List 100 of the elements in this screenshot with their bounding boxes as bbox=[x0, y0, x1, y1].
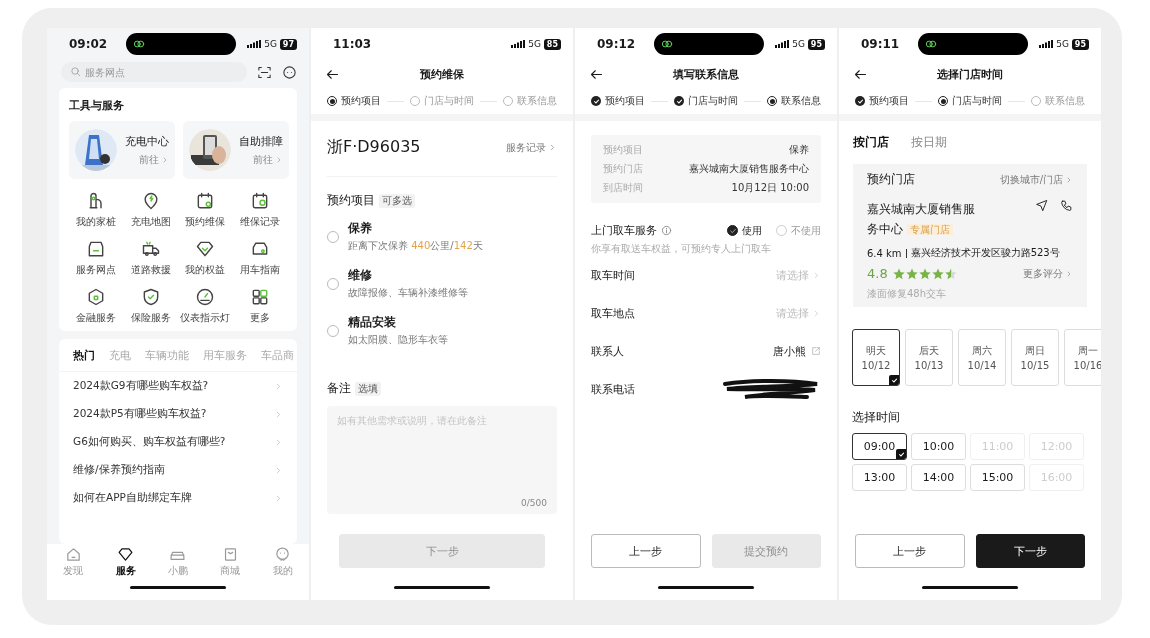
mode-tab[interactable]: 按门店 bbox=[853, 135, 889, 150]
card-title: 自助排障 bbox=[239, 133, 283, 149]
service-record-link[interactable]: 服务记录 bbox=[506, 140, 557, 155]
chevron-icon bbox=[161, 155, 169, 164]
check-icon bbox=[896, 449, 906, 459]
time-slot[interactable]: 15:00 bbox=[970, 464, 1025, 491]
service-shortcut[interactable]: 充电地图 bbox=[123, 191, 178, 229]
switch-store-link[interactable]: 切换城市/门店 bbox=[999, 172, 1073, 187]
back-button[interactable]: 上一步 bbox=[855, 534, 965, 568]
chevron-icon bbox=[274, 437, 283, 447]
check-icon bbox=[728, 226, 737, 235]
gauge-icon bbox=[195, 287, 216, 307]
step-label: 门店与时间 bbox=[952, 94, 1002, 108]
chevron-icon bbox=[1065, 269, 1073, 278]
battery-level: 95 bbox=[807, 38, 825, 50]
date-chip[interactable]: 明天 10/12 bbox=[852, 329, 900, 386]
service-shortcut[interactable]: 道路救援 bbox=[123, 239, 178, 277]
service-shortcut[interactable]: 预约维保 bbox=[178, 191, 233, 229]
time-slot[interactable]: 10:00 bbox=[911, 433, 966, 460]
summary-value: 嘉兴城南大厦销售服务中心 bbox=[689, 162, 809, 176]
date-chip[interactable]: 周一 10/16 bbox=[1064, 329, 1101, 386]
chevron-icon bbox=[548, 143, 557, 152]
feature-card[interactable]: 充电中心 前往 bbox=[69, 121, 175, 179]
date-chip[interactable]: 周六 10/14 bbox=[958, 329, 1006, 386]
screen-title: 选择门店时间 bbox=[937, 66, 1003, 82]
summary-value: 10月12日 10:00 bbox=[731, 181, 809, 195]
date-chip[interactable]: 周日 10/15 bbox=[1011, 329, 1059, 386]
time-slot[interactable]: 14:00 bbox=[911, 464, 966, 491]
field-label: 联系电话 bbox=[591, 381, 636, 397]
star-icon bbox=[892, 267, 905, 280]
date-chip[interactable]: 后天 10/13 bbox=[905, 329, 953, 386]
info-icon bbox=[661, 225, 672, 236]
service-shortcut[interactable]: 金融服务 bbox=[69, 287, 124, 325]
back-button[interactable]: 上一步 bbox=[591, 534, 701, 568]
service-shortcut[interactable]: 服务网点 bbox=[69, 239, 124, 277]
summary-value: 保养 bbox=[789, 143, 809, 157]
option-title: 维修 bbox=[348, 268, 373, 283]
chevron-icon bbox=[274, 465, 283, 475]
signal-icon bbox=[247, 40, 262, 48]
search-field[interactable]: 服务网点 bbox=[61, 62, 247, 82]
character-count: 0/500 bbox=[521, 498, 547, 508]
step-label: 预约项目 bbox=[341, 94, 381, 108]
summary-label: 到店时间 bbox=[603, 181, 643, 195]
option-title: 精品安装 bbox=[348, 315, 397, 330]
chat-icon[interactable] bbox=[282, 64, 297, 80]
service-shortcut[interactable]: 保险服务 bbox=[123, 287, 178, 325]
section-title: 工具与服务 bbox=[69, 98, 125, 113]
more-ratings-link[interactable]: 更多评分 bbox=[1023, 266, 1073, 281]
question-row[interactable]: 2024款P5有哪些购车权益? bbox=[59, 400, 297, 428]
summary-label: 预约门店 bbox=[603, 162, 643, 176]
service-shortcut[interactable]: 更多 bbox=[232, 287, 287, 325]
chevron-icon bbox=[274, 493, 283, 503]
card-link-label: 前往 bbox=[139, 152, 159, 167]
service-shortcut[interactable]: 仪表指示灯 bbox=[178, 287, 233, 325]
diamond-icon bbox=[117, 546, 135, 563]
card-title: 预约门店 bbox=[867, 172, 915, 187]
service-shortcut[interactable]: 我的权益 bbox=[178, 239, 233, 277]
time-slot[interactable]: 13:00 bbox=[852, 464, 907, 491]
navigation-icon[interactable] bbox=[1035, 199, 1048, 212]
section-title: 选择时间 bbox=[851, 409, 901, 426]
question-row[interactable]: 如何在APP自助绑定车牌 bbox=[59, 484, 297, 512]
nav-tab[interactable]: 服务 bbox=[115, 546, 136, 578]
option-title: 保养 bbox=[348, 221, 373, 236]
link-icon bbox=[924, 37, 939, 51]
question-row[interactable]: 2024款G9有哪些购车权益? bbox=[59, 372, 297, 400]
truck-icon bbox=[140, 239, 161, 259]
phone-icon[interactable] bbox=[1060, 199, 1073, 212]
rating-value: 4.8 bbox=[867, 266, 888, 281]
chevron-icon bbox=[812, 308, 821, 318]
field-label: 上门取车服务 bbox=[591, 223, 657, 238]
step-label: 预约项目 bbox=[869, 94, 909, 108]
step-label: 联系信息 bbox=[1045, 94, 1085, 108]
distance-text: 6.4 km bbox=[867, 247, 902, 259]
status-time: 11:03 bbox=[333, 37, 373, 51]
service-shortcut[interactable]: 维保记录 bbox=[232, 191, 287, 229]
license-plate: 浙F·D96035 bbox=[327, 137, 421, 158]
next-button[interactable]: 下一步 bbox=[975, 534, 1085, 568]
battery-level: 95 bbox=[1071, 38, 1089, 50]
radio-option[interactable]: 使用 bbox=[727, 223, 762, 238]
star-icon bbox=[905, 267, 918, 280]
radio-button[interactable] bbox=[727, 225, 738, 236]
topic-tab[interactable]: 热门 bbox=[73, 349, 95, 363]
mode-tab[interactable]: 按日期 bbox=[911, 135, 947, 150]
question-row[interactable]: G6如何购买、购车权益有哪些? bbox=[59, 428, 297, 456]
scan-icon[interactable] bbox=[257, 64, 272, 80]
card-link-label: 前往 bbox=[253, 152, 273, 167]
service-shortcut[interactable]: 用车指南 bbox=[232, 239, 287, 277]
question-row[interactable]: 维修/保养预约指南 bbox=[59, 456, 297, 484]
network-label: 5G bbox=[264, 39, 277, 49]
card-title: 充电中心 bbox=[125, 133, 169, 149]
signal-icon bbox=[775, 40, 790, 48]
option-note: 故障报修、车辆补漆维修等 bbox=[348, 286, 468, 300]
service-shortcut[interactable]: 我的家桩 bbox=[69, 191, 124, 229]
feature-card[interactable]: 自助排障 前往 bbox=[183, 121, 289, 179]
store-name: 嘉兴城南大厦销售服务中心 专属门店 bbox=[867, 201, 976, 238]
chevron-icon bbox=[1065, 175, 1073, 184]
hint-text: 你享有取送车权益，可预约专人上门取车 bbox=[590, 242, 772, 256]
time-slot[interactable]: 09:00 bbox=[852, 433, 907, 460]
field-label: 联系人 bbox=[591, 343, 625, 359]
chevron-icon bbox=[274, 381, 283, 391]
